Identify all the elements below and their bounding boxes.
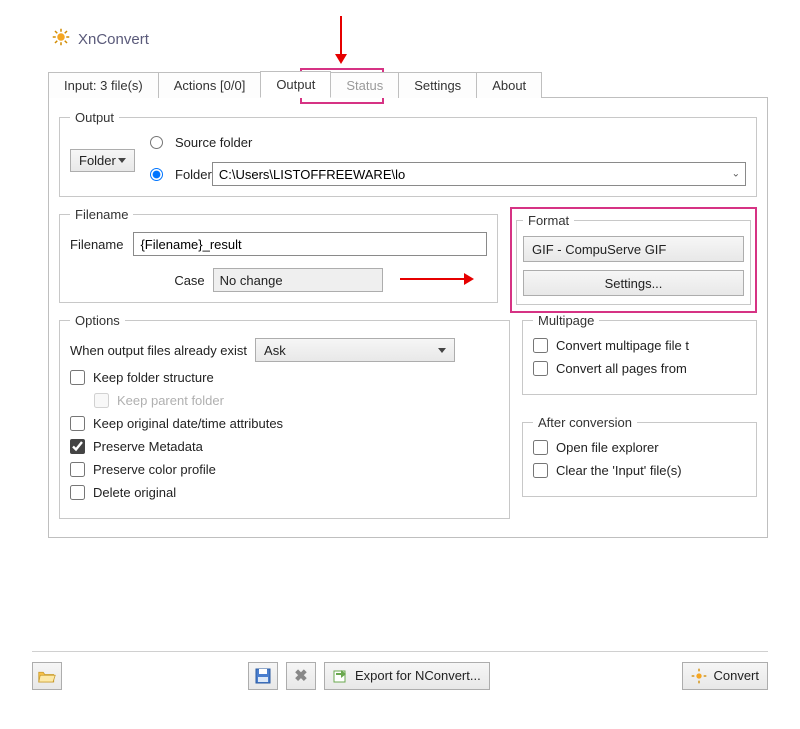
titlebar: XnConvert bbox=[0, 0, 800, 68]
open-explorer-checkbox-input[interactable] bbox=[533, 440, 548, 455]
x-icon: ✖ bbox=[294, 666, 307, 686]
filename-label: Filename bbox=[70, 237, 123, 252]
keep-parent-checkbox-input bbox=[94, 393, 109, 408]
tab-about[interactable]: About bbox=[476, 72, 542, 98]
folder-radio-label: Folder bbox=[175, 167, 212, 182]
save-button[interactable] bbox=[248, 662, 278, 690]
tab-strip: Input: 3 file(s) Actions [0/0] Output St… bbox=[0, 68, 800, 98]
app-icon bbox=[52, 28, 70, 50]
convert-all-pages-checkbox[interactable]: Convert all pages from bbox=[533, 361, 746, 376]
folder-open-icon bbox=[38, 668, 56, 684]
preserve-color-checkbox-input[interactable] bbox=[70, 462, 85, 477]
after-conversion-group: After conversion Open file explorer Clea… bbox=[522, 415, 757, 497]
bottom-toolbar: ✖ Export for NConvert... Convert bbox=[32, 651, 768, 691]
open-explorer-label: Open file explorer bbox=[556, 440, 659, 455]
convert-all-pages-label: Convert all pages from bbox=[556, 361, 687, 376]
export-nconvert-button[interactable]: Export for NConvert... bbox=[324, 662, 490, 690]
app-title: XnConvert bbox=[78, 31, 149, 48]
tab-settings[interactable]: Settings bbox=[398, 72, 477, 98]
annotation-highlight-format: Format GIF - CompuServe GIF Settings... bbox=[510, 207, 757, 313]
convert-all-pages-checkbox-input[interactable] bbox=[533, 361, 548, 376]
chevron-down-icon bbox=[438, 348, 446, 353]
clear-input-checkbox-input[interactable] bbox=[533, 463, 548, 478]
delete-original-label: Delete original bbox=[93, 485, 176, 500]
delete-original-checkbox-input[interactable] bbox=[70, 485, 85, 500]
tab-status[interactable]: Status bbox=[330, 72, 399, 98]
output-panel: Output Folder Source folder Folder ⌄ bbox=[48, 98, 768, 538]
gear-icon bbox=[691, 668, 707, 684]
format-group: Format GIF - CompuServe GIF Settings... bbox=[516, 213, 751, 305]
clear-input-checkbox[interactable]: Clear the 'Input' file(s) bbox=[533, 463, 746, 478]
keep-date-checkbox-input[interactable] bbox=[70, 416, 85, 431]
output-legend: Output bbox=[70, 110, 119, 125]
filename-input[interactable] bbox=[133, 232, 487, 256]
format-settings-label: Settings... bbox=[605, 276, 663, 291]
tab-actions[interactable]: Actions [0/0] bbox=[158, 72, 262, 98]
multipage-group: Multipage Convert multipage file t Conve… bbox=[522, 313, 757, 395]
keep-folder-checkbox-input[interactable] bbox=[70, 370, 85, 385]
keep-folder-label: Keep folder structure bbox=[93, 370, 214, 385]
chevron-down-icon bbox=[118, 158, 126, 163]
export-nconvert-label: Export for NConvert... bbox=[355, 668, 481, 683]
preserve-color-checkbox[interactable]: Preserve color profile bbox=[70, 462, 499, 477]
keep-parent-label: Keep parent folder bbox=[117, 393, 224, 408]
case-combo[interactable]: No change bbox=[213, 268, 383, 292]
options-group: Options When output files already exist … bbox=[59, 313, 510, 519]
open-folder-button[interactable] bbox=[32, 662, 62, 690]
tab-input[interactable]: Input: 3 file(s) bbox=[48, 72, 159, 98]
convert-multipage-checkbox-input[interactable] bbox=[533, 338, 548, 353]
exist-combo-value: Ask bbox=[264, 343, 286, 358]
multipage-legend: Multipage bbox=[533, 313, 599, 328]
export-icon bbox=[333, 668, 349, 684]
folder-radio[interactable]: Folder bbox=[150, 167, 212, 182]
convert-label: Convert bbox=[713, 668, 759, 683]
preserve-metadata-checkbox-input[interactable] bbox=[70, 439, 85, 454]
preserve-metadata-label: Preserve Metadata bbox=[93, 439, 203, 454]
filename-legend: Filename bbox=[70, 207, 133, 222]
keep-folder-checkbox[interactable]: Keep folder structure bbox=[70, 370, 499, 385]
format-settings-button[interactable]: Settings... bbox=[523, 270, 744, 296]
after-conversion-legend: After conversion bbox=[533, 415, 637, 430]
case-label: Case bbox=[174, 273, 204, 288]
exist-label: When output files already exist bbox=[70, 343, 247, 358]
folder-dropdown-label: Folder bbox=[79, 153, 116, 168]
floppy-disk-icon bbox=[255, 668, 271, 684]
options-legend: Options bbox=[70, 313, 125, 328]
source-folder-radio[interactable]: Source folder bbox=[150, 135, 746, 150]
preserve-color-label: Preserve color profile bbox=[93, 462, 216, 477]
folder-dropdown-button[interactable]: Folder bbox=[70, 149, 135, 172]
tab-output[interactable]: Output bbox=[260, 71, 331, 98]
convert-multipage-checkbox[interactable]: Convert multipage file t bbox=[533, 338, 746, 353]
exist-combo[interactable]: Ask bbox=[255, 338, 455, 362]
source-folder-radio-input[interactable] bbox=[150, 136, 163, 149]
format-legend: Format bbox=[523, 213, 574, 228]
clear-input-label: Clear the 'Input' file(s) bbox=[556, 463, 682, 478]
output-path-combo[interactable]: ⌄ bbox=[212, 162, 746, 186]
format-combo-value: GIF - CompuServe GIF bbox=[532, 242, 666, 257]
keep-parent-checkbox: Keep parent folder bbox=[94, 393, 499, 408]
convert-multipage-label: Convert multipage file t bbox=[556, 338, 689, 353]
folder-radio-input[interactable] bbox=[150, 168, 163, 181]
source-folder-radio-label: Source folder bbox=[175, 135, 252, 150]
preserve-metadata-checkbox[interactable]: Preserve Metadata bbox=[70, 439, 499, 454]
keep-date-checkbox[interactable]: Keep original date/time attributes bbox=[70, 416, 499, 431]
open-explorer-checkbox[interactable]: Open file explorer bbox=[533, 440, 746, 455]
filename-group: Filename Filename Case No change bbox=[59, 207, 498, 303]
output-path-input[interactable] bbox=[212, 162, 746, 186]
keep-date-label: Keep original date/time attributes bbox=[93, 416, 283, 431]
convert-button[interactable]: Convert bbox=[682, 662, 768, 690]
format-combo[interactable]: GIF - CompuServe GIF bbox=[523, 236, 744, 262]
output-group: Output Folder Source folder Folder ⌄ bbox=[59, 110, 757, 197]
delete-button[interactable]: ✖ bbox=[286, 662, 316, 690]
delete-original-checkbox[interactable]: Delete original bbox=[70, 485, 499, 500]
case-combo-value: No change bbox=[220, 273, 283, 288]
